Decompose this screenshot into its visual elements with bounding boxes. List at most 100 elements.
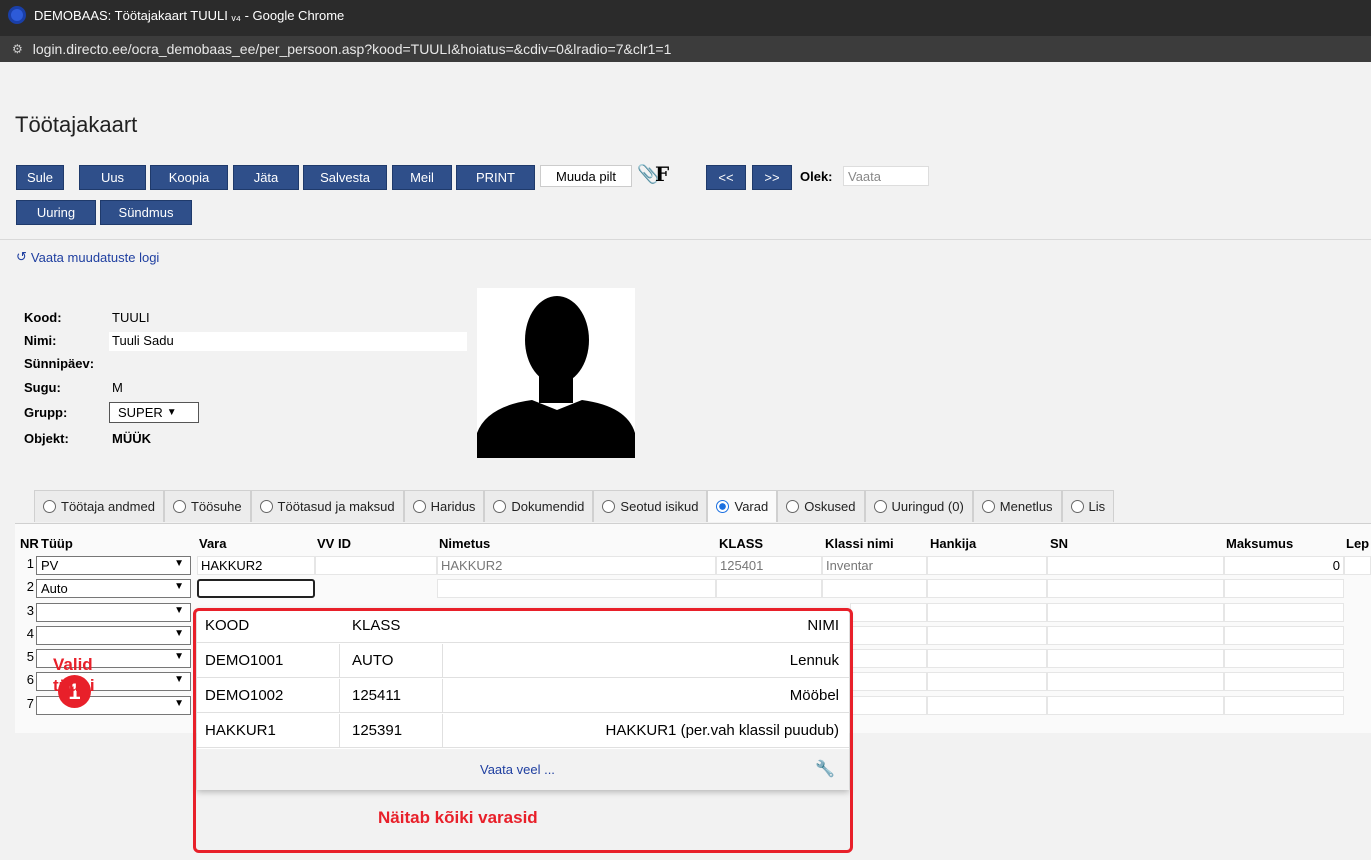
url-text[interactable]: login.directo.ee/ocra_demobaas_ee/per_pe… bbox=[33, 41, 672, 57]
tab-oskused[interactable]: Oskused bbox=[777, 490, 865, 522]
tab-label: Oskused bbox=[804, 499, 856, 514]
grid-cell[interactable] bbox=[1047, 696, 1224, 715]
tab-label: Töösuhe bbox=[190, 499, 242, 514]
sule-button[interactable]: Sule bbox=[16, 165, 64, 190]
nimetus-cell[interactable]: HAKKUR2 bbox=[437, 556, 716, 575]
grid-cell[interactable] bbox=[1224, 672, 1344, 691]
klass-cell[interactable]: 125401 bbox=[716, 556, 822, 575]
grupp-select[interactable]: SUPER ▼ bbox=[109, 402, 199, 423]
hankija-cell[interactable] bbox=[927, 579, 1047, 598]
muuda-pilt-button[interactable]: Muuda pilt bbox=[540, 165, 632, 187]
grid-cell[interactable] bbox=[1047, 603, 1224, 622]
tab-lisa[interactable]: Lis bbox=[1061, 490, 1115, 522]
vvid-cell[interactable] bbox=[315, 556, 437, 575]
tuup-select[interactable]: ▼ bbox=[36, 603, 191, 622]
annotation-tuubi: tüübi bbox=[53, 676, 95, 695]
chevron-down-icon: ▼ bbox=[174, 581, 184, 592]
row-number: 2 bbox=[26, 579, 34, 594]
klass-cell[interactable] bbox=[716, 579, 822, 598]
olek-field[interactable]: Vaata bbox=[843, 166, 929, 186]
klassi-nimi-cell[interactable] bbox=[822, 579, 927, 598]
grid-cell[interactable] bbox=[1224, 603, 1344, 622]
tab-haridus[interactable]: Haridus bbox=[403, 490, 485, 522]
next-button[interactable]: >> bbox=[752, 165, 792, 190]
objekt-value: MÜÜK bbox=[112, 431, 151, 446]
grid-cell[interactable] bbox=[850, 603, 927, 622]
grid-cell[interactable] bbox=[850, 672, 927, 691]
tab-seotud-isikud[interactable]: Seotud isikud bbox=[593, 490, 708, 522]
sn-cell[interactable] bbox=[1047, 556, 1224, 575]
site-settings-icon[interactable]: ⚙ bbox=[12, 42, 23, 56]
syndmus-button[interactable]: Sündmus bbox=[100, 200, 192, 225]
row-number: 7 bbox=[26, 696, 34, 711]
employee-photo[interactable] bbox=[477, 288, 635, 458]
lep-cell[interactable] bbox=[1344, 556, 1371, 575]
row-number: 1 bbox=[26, 556, 34, 571]
grid-cell[interactable] bbox=[1047, 672, 1224, 691]
meil-button[interactable]: Meil bbox=[392, 165, 452, 190]
tab-label: Töötaja andmed bbox=[61, 499, 155, 514]
jata-button[interactable]: Jäta bbox=[233, 165, 299, 190]
salvesta-button[interactable]: Salvesta bbox=[303, 165, 387, 190]
browser-titlebar: DEMOBAAS: Töötajakaart TUULI ᵥ₄ - Google… bbox=[0, 0, 1371, 62]
tuup-select[interactable]: PV ▼ bbox=[36, 556, 191, 575]
klassi-nimi-cell[interactable]: Inventar bbox=[822, 556, 927, 575]
tuup-value: PV bbox=[41, 558, 59, 573]
tab-tootasud-ja-maksud[interactable]: Töötasud ja maksud bbox=[250, 490, 404, 522]
vara-cell[interactable]: HAKKUR2 bbox=[197, 556, 315, 575]
grid-cell[interactable] bbox=[1224, 696, 1344, 715]
tuup-select[interactable]: Auto ▼ bbox=[36, 579, 191, 598]
tab-uuringud[interactable]: Uuringud (0) bbox=[864, 490, 973, 522]
grid-cell[interactable] bbox=[927, 626, 1047, 645]
grid-cell[interactable] bbox=[850, 649, 927, 668]
chevron-down-icon: ▼ bbox=[166, 407, 177, 418]
tab-toosuhe[interactable]: Töösuhe bbox=[163, 490, 251, 522]
row-number: 4 bbox=[26, 626, 34, 641]
maksumus-cell[interactable]: 0 bbox=[1224, 556, 1344, 575]
grid-cell[interactable] bbox=[850, 626, 927, 645]
vara-input-focused[interactable] bbox=[197, 579, 315, 598]
uus-button[interactable]: Uus bbox=[79, 165, 146, 190]
koopia-button[interactable]: Koopia bbox=[150, 165, 228, 190]
row-number: 5 bbox=[26, 649, 34, 664]
nimetus-cell[interactable] bbox=[437, 579, 716, 598]
grid-cell[interactable] bbox=[927, 649, 1047, 668]
tab-label: Varad bbox=[734, 499, 769, 514]
row-number: 3 bbox=[26, 603, 34, 618]
maksumus-cell[interactable] bbox=[1224, 579, 1344, 598]
print-button[interactable]: PRINT bbox=[456, 165, 535, 190]
grid-cell[interactable] bbox=[1047, 649, 1224, 668]
page-title: Töötajakaart bbox=[15, 112, 138, 137]
grid-cell[interactable] bbox=[1224, 626, 1344, 645]
prev-button[interactable]: << bbox=[706, 165, 746, 190]
grid-cell[interactable] bbox=[927, 603, 1047, 622]
tab-label: Seotud isikud bbox=[620, 499, 699, 514]
synnipaev-label: Sünnipäev: bbox=[24, 356, 95, 371]
hankija-cell[interactable] bbox=[927, 556, 1047, 575]
radio-icon bbox=[981, 500, 995, 513]
uuring-button[interactable]: Uuring bbox=[16, 200, 96, 225]
sn-cell[interactable] bbox=[1047, 579, 1224, 598]
kood-value: TUULI bbox=[112, 310, 150, 325]
chevron-down-icon: ▼ bbox=[174, 558, 184, 569]
tab-menetlus[interactable]: Menetlus bbox=[972, 490, 1062, 522]
sugu-label: Sugu: bbox=[24, 380, 61, 395]
grid-cell[interactable] bbox=[927, 672, 1047, 691]
header-nr: NR bbox=[20, 536, 39, 551]
grid-cell[interactable] bbox=[1047, 626, 1224, 645]
tab-varad[interactable]: Varad bbox=[707, 490, 778, 522]
page: Töötajakaart Sule Uus Koopia Jäta Salves… bbox=[0, 62, 1371, 860]
chevron-down-icon: ▼ bbox=[174, 698, 184, 709]
grid-cell[interactable] bbox=[927, 696, 1047, 715]
f-button[interactable]: F bbox=[655, 162, 669, 186]
grid-cell[interactable] bbox=[850, 696, 927, 715]
tab-tootaja-andmed[interactable]: Töötaja andmed bbox=[34, 490, 164, 522]
nimi-label: Nimi: bbox=[24, 333, 57, 348]
address-bar[interactable]: ⚙ login.directo.ee/ocra_demobaas_ee/per_… bbox=[0, 36, 1371, 62]
tuup-select[interactable]: ▼ bbox=[36, 626, 191, 645]
grid-cell[interactable] bbox=[1224, 649, 1344, 668]
header-vvid: VV ID bbox=[317, 536, 351, 551]
nimi-field[interactable]: Tuuli Sadu bbox=[109, 332, 467, 351]
log-link[interactable]: ↺ Vaata muudatuste logi bbox=[16, 249, 159, 265]
tab-dokumendid[interactable]: Dokumendid bbox=[484, 490, 594, 522]
